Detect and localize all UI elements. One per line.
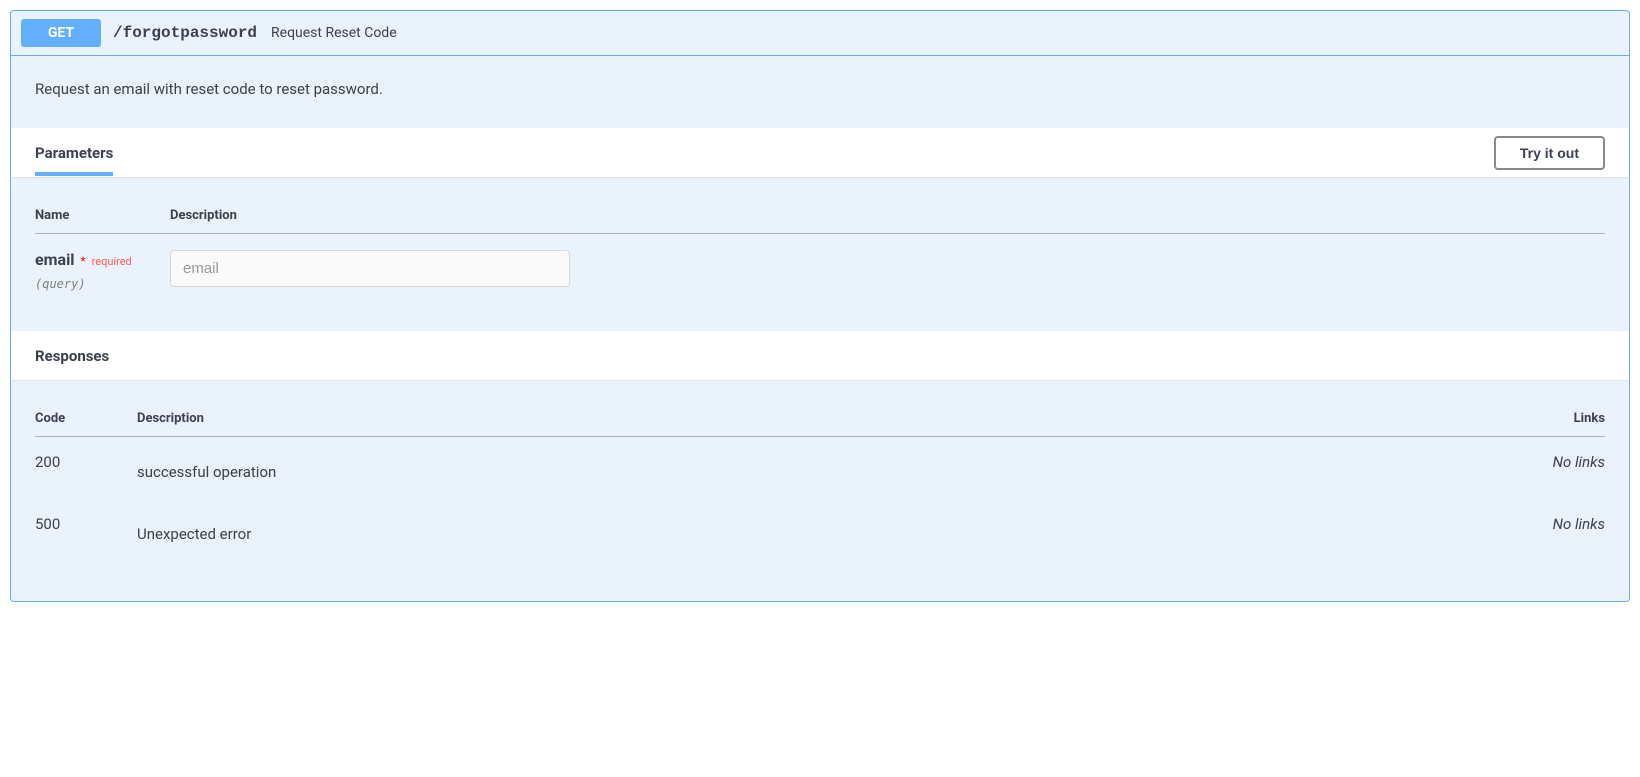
resp-links: No links <box>1515 499 1605 561</box>
resp-header-links: Links <box>1515 401 1605 437</box>
operation-summary-row[interactable]: GET /forgotpassword Request Reset Code <box>11 11 1629 56</box>
parameters-body: Name Description email * required (query… <box>11 178 1629 331</box>
resp-description: Unexpected error <box>137 515 1515 543</box>
resp-links: No links <box>1515 437 1605 500</box>
operation-body: Request an email with reset code to rese… <box>11 56 1629 601</box>
http-method-badge: GET <box>21 19 101 47</box>
parameters-table: Name Description email * required (query… <box>35 198 1605 291</box>
parameters-header: Parameters Try it out <box>11 128 1629 178</box>
required-star-icon: * <box>79 254 88 268</box>
parameters-title: Parameters <box>35 130 113 176</box>
endpoint-description: Request an email with reset code to rese… <box>11 56 1629 128</box>
try-it-out-button[interactable]: Try it out <box>1494 136 1605 170</box>
required-label: required <box>92 255 132 268</box>
resp-description: successful operation <box>137 453 1515 481</box>
operation-block: GET /forgotpassword Request Reset Code R… <box>10 10 1630 602</box>
resp-header-code: Code <box>35 401 137 437</box>
response-row: 500 Unexpected error No links <box>35 499 1605 561</box>
resp-header-description: Description <box>137 401 1515 437</box>
param-in: (query) <box>35 277 170 291</box>
responses-table: Code Description Links 200 successful op… <box>35 401 1605 561</box>
responses-title: Responses <box>35 333 109 379</box>
param-header-name: Name <box>35 198 170 234</box>
endpoint-summary: Request Reset Code <box>271 25 397 41</box>
parameter-row: email * required (query) <box>35 234 1605 292</box>
resp-code: 200 <box>35 437 137 500</box>
responses-body: Code Description Links 200 successful op… <box>11 381 1629 601</box>
response-row: 200 successful operation No links <box>35 437 1605 500</box>
param-header-description: Description <box>170 198 1605 234</box>
param-input-email[interactable] <box>170 250 570 287</box>
responses-header: Responses <box>11 331 1629 381</box>
resp-code: 500 <box>35 499 137 561</box>
param-name: email <box>35 250 75 269</box>
endpoint-path: /forgotpassword <box>113 24 257 42</box>
